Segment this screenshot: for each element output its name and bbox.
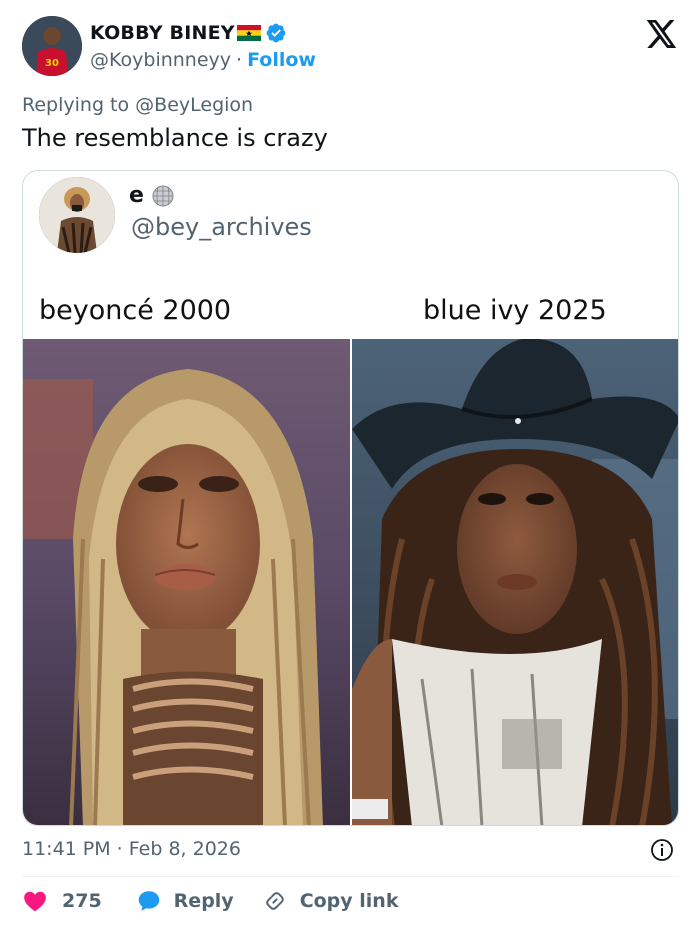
verified-badge-icon	[266, 23, 286, 43]
author-display-name[interactable]: KOBBY BINEY	[90, 22, 235, 44]
like-button[interactable]: 275	[22, 888, 102, 914]
tweet-actions-bar: 275 Reply Copy link	[22, 886, 398, 916]
reply-bubble-icon	[138, 891, 159, 911]
copy-link-button[interactable]: Copy link	[262, 888, 399, 914]
actions-divider	[22, 876, 679, 877]
replying-prefix: Replying to	[22, 94, 130, 116]
author-name-row: KOBBY BINEY	[90, 20, 287, 46]
author-avatar[interactable]: 30	[22, 16, 82, 76]
info-icon[interactable]	[650, 838, 674, 862]
reply-label: Reply	[173, 890, 234, 912]
caption-left: beyoncé 2000	[39, 295, 232, 326]
disco-ball-icon	[152, 185, 174, 206]
comparison-photo-right[interactable]	[352, 339, 678, 825]
svg-text:30: 30	[45, 58, 59, 69]
tweet-text: The resemblance is crazy	[22, 124, 328, 152]
like-count: 275	[62, 890, 102, 912]
link-icon	[265, 892, 284, 910]
quoted-tweet-card[interactable]: e @bey_archives beyoncé 2000 blue ivy 20…	[22, 170, 679, 826]
tweet-timestamp[interactable]: 11:41 PM · Feb 8, 2026	[22, 838, 241, 860]
author-handle[interactable]: @Koybinnneyy	[90, 49, 231, 71]
comparison-photo-left[interactable]	[23, 339, 350, 825]
reply-button[interactable]: Reply	[136, 888, 234, 914]
reply-mention-link[interactable]: @BeyLegion	[135, 94, 253, 116]
follow-button[interactable]: Follow	[247, 49, 316, 71]
separator-dot: ·	[236, 49, 243, 71]
heart-icon	[24, 891, 46, 912]
replying-to: Replying to @BeyLegion	[22, 94, 253, 116]
quoted-display-name[interactable]: e	[129, 183, 144, 208]
caption-right: blue ivy 2025	[423, 295, 607, 326]
quoted-author-name-row: e	[129, 183, 174, 208]
ghana-flag-icon	[236, 25, 261, 41]
author-handle-row: @Koybinnneyy · Follow	[90, 48, 316, 72]
x-logo-icon[interactable]	[646, 20, 678, 48]
quoted-author-avatar[interactable]	[39, 177, 115, 253]
copy-link-label: Copy link	[299, 890, 399, 912]
quoted-handle[interactable]: @bey_archives	[131, 213, 312, 241]
